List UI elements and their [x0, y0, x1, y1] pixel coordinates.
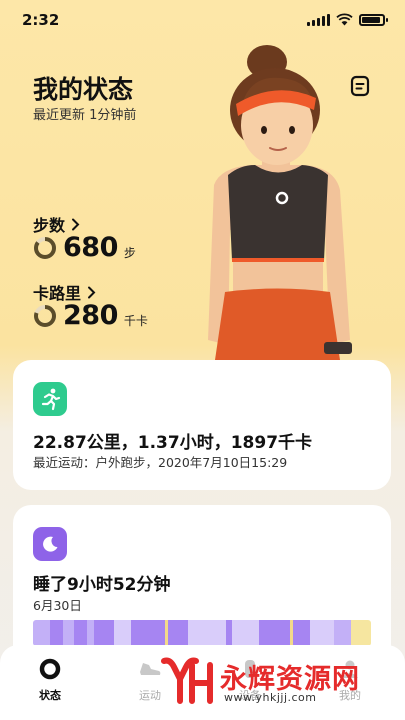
- sleep-stage-bar: [33, 620, 371, 646]
- moon-icon: [33, 527, 67, 561]
- chevron-right-icon: [72, 218, 80, 230]
- status-bar: 2:32: [0, 0, 405, 40]
- sleep-segment: [73, 620, 88, 646]
- battery-level: [362, 16, 380, 23]
- calories-value: 280: [63, 300, 118, 331]
- sleep-duration: 睡了9小时52分钟: [33, 575, 171, 595]
- sleep-segment: [114, 620, 131, 646]
- steps-ring-icon: [34, 236, 56, 259]
- nav-tab-status[interactable]: 状态: [20, 657, 80, 703]
- calories-unit: 千卡: [123, 314, 148, 328]
- steps-value: 680: [63, 232, 118, 263]
- ring-icon: [39, 658, 61, 680]
- status-icons: [307, 13, 388, 26]
- sleep-segment: [168, 620, 189, 646]
- workout-summary: 22.87公里，1.37小时，1897千卡: [33, 433, 313, 453]
- avatar-illustration: [208, 45, 352, 360]
- sleep-segment: [259, 620, 290, 646]
- sleep-segment: [87, 620, 94, 646]
- wifi-icon: [336, 13, 353, 26]
- steps-unit: 步: [123, 246, 136, 260]
- watermark-logo: [161, 657, 213, 704]
- sleep-segment: [93, 620, 115, 646]
- sleep-segment: [350, 620, 371, 646]
- sleep-segment: [293, 620, 311, 646]
- nav-label: 运动: [139, 689, 161, 702]
- watermark-url: www.yhkjjj.com: [224, 691, 317, 704]
- chevron-right-icon: [88, 286, 96, 298]
- steps-stat: 680 步: [33, 232, 136, 263]
- sleep-date: 6月30日: [33, 598, 82, 613]
- calories-stat: 280 千卡: [33, 300, 148, 331]
- signal-icon: [307, 13, 330, 26]
- page-title: 我的状态: [33, 75, 134, 104]
- sleep-segment: [225, 620, 233, 646]
- sleep-segment: [188, 620, 226, 646]
- sleep-segment: [63, 620, 74, 646]
- sleep-segment: [333, 620, 351, 646]
- status-time: 2:32: [22, 11, 60, 29]
- workout-detail: 最近运动：户外跑步，2020年7月10日15:29: [33, 455, 288, 470]
- sleep-segment: [310, 620, 334, 646]
- workout-card[interactable]: 22.87公里，1.37小时，1897千卡 最近运动：户外跑步，2020年7月1…: [13, 360, 391, 490]
- calories-ring-icon: [34, 304, 56, 327]
- running-icon: [33, 382, 67, 416]
- sleep-segment: [49, 620, 64, 646]
- last-updated-text: 最近更新 1分钟前: [33, 108, 137, 123]
- watermark: 永辉资源网 www.yhkjjj.com: [160, 653, 390, 708]
- nav-label: 状态: [39, 689, 61, 702]
- sleep-segment: [33, 620, 50, 646]
- battery-icon: [359, 13, 388, 26]
- sleep-segment: [130, 620, 165, 646]
- sleep-segment: [232, 620, 260, 646]
